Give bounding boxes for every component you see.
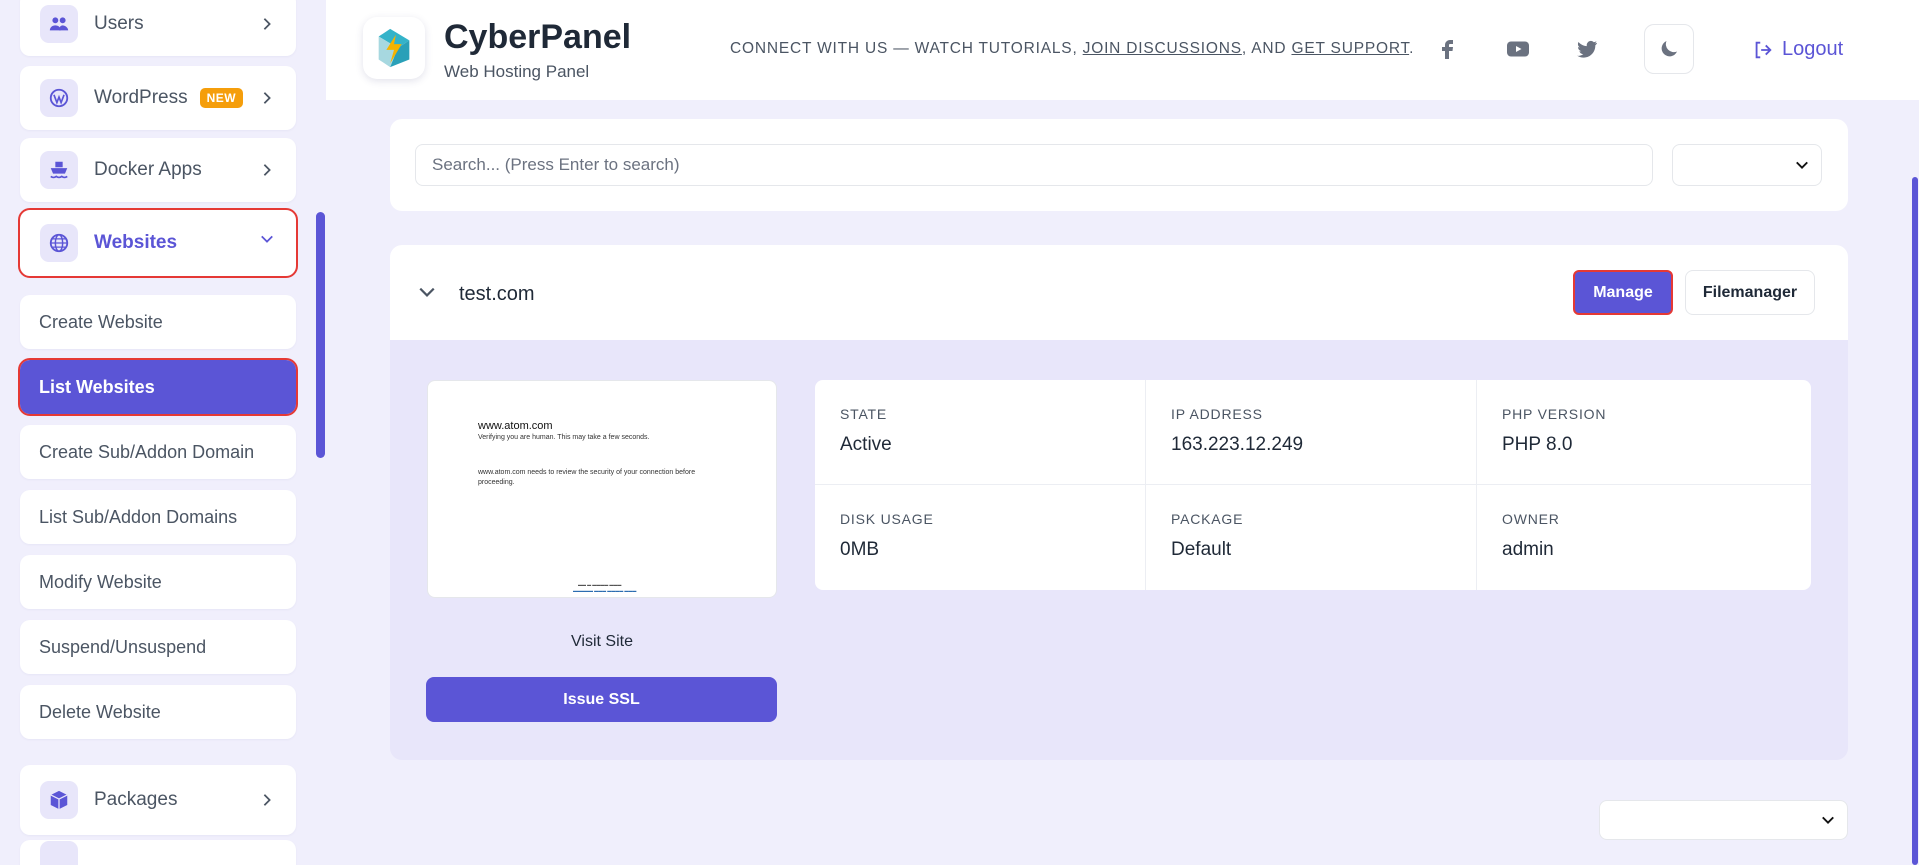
menu-icon [40, 841, 78, 865]
users-icon [40, 5, 78, 43]
sidebar-sub-label: List Sub/Addon Domains [39, 506, 238, 527]
collapse-chevron-icon[interactable] [418, 283, 438, 303]
sidebar-sub-list-websites[interactable]: List Websites [18, 358, 298, 416]
new-badge: NEW [199, 88, 244, 108]
sidebar-item-users[interactable]: Users [20, 0, 296, 56]
chevron-down-icon [1822, 816, 1834, 824]
theme-toggle-button[interactable] [1644, 24, 1694, 74]
sidebar: Users WordPress NEW Docker Apps Websites [0, 0, 310, 865]
sidebar-item-packages[interactable]: Packages [20, 765, 296, 835]
top-header: CyberPanel Web Hosting Panel CONNECT WIT… [326, 0, 1919, 100]
sidebar-sub-modify-website[interactable]: Modify Website [20, 555, 296, 609]
preview-footer-decoration: ▬▬ ▬ ▬▬▬▬ ▬▬▬ [578, 582, 622, 587]
page-size-select[interactable] [1599, 800, 1848, 840]
filemanager-button[interactable]: Filemanager [1685, 270, 1815, 315]
info-value: PHP 8.0 [1502, 434, 1573, 455]
main-scrollbar[interactable] [1912, 177, 1918, 865]
cyberpanel-logo-icon [363, 17, 425, 79]
logout-button[interactable]: Logout [1752, 38, 1843, 61]
connect-prefix: CONNECT WITH US — WATCH TUTORIALS, [730, 40, 1083, 57]
preview-footer-decoration: ▬▬▬▬▬ ▬▬▬ ▬▬▬▬ ▬▬▬ [573, 588, 637, 593]
info-php-version: PHP VERSION PHP 8.0 [1477, 380, 1811, 485]
issue-ssl-button[interactable]: Issue SSL [426, 677, 777, 722]
search-input[interactable] [415, 144, 1653, 186]
site-preview-thumbnail[interactable]: www.atom.com Verifying you are human. Th… [427, 380, 777, 598]
website-card-header: test.com Manage Filemanager [390, 245, 1848, 340]
info-disk-usage: DISK USAGE 0MB [815, 485, 1146, 590]
info-package: PACKAGE Default [1146, 485, 1477, 590]
preview-text: www.atom.com needs to review the securit… [478, 469, 696, 486]
globe-icon [40, 224, 78, 262]
sidebar-sub-delete-website[interactable]: Delete Website [20, 685, 296, 739]
get-support-link[interactable]: GET SUPPORT [1291, 40, 1409, 57]
visit-site-link[interactable]: Visit Site [427, 633, 777, 651]
facebook-icon[interactable] [1433, 34, 1463, 64]
sidebar-sub-label: Delete Website [39, 701, 161, 722]
brand-title: CyberPanel [444, 18, 632, 56]
sidebar-item-label: Websites [94, 232, 178, 253]
chevron-right-icon [258, 791, 276, 809]
sidebar-sub-create-website[interactable]: Create Website [20, 295, 296, 349]
sidebar-sub-label: Suspend/Unsuspend [39, 636, 207, 657]
chevron-right-icon [258, 15, 276, 33]
ship-icon [40, 151, 78, 189]
info-label: DISK USAGE [840, 511, 934, 527]
sidebar-sub-label: List Websites [39, 376, 155, 397]
info-label: STATE [840, 406, 888, 422]
info-state: STATE Active [815, 380, 1146, 485]
info-value: Default [1171, 539, 1232, 560]
sidebar-item-websites[interactable]: Websites [18, 208, 298, 278]
sidebar-item-label: Users [94, 13, 144, 34]
info-label: PACKAGE [1171, 511, 1244, 527]
twitter-icon[interactable] [1572, 34, 1602, 64]
info-owner: OWNER admin [1477, 485, 1811, 590]
moon-icon [1661, 41, 1677, 57]
website-card: test.com Manage Filemanager www.atom.com… [390, 245, 1848, 760]
sidebar-item-docker-apps[interactable]: Docker Apps [20, 138, 296, 202]
preview-text: Verifying you are human. This may take a… [478, 434, 650, 441]
preview-title: www.atom.com [478, 420, 553, 432]
info-value: Active [840, 434, 892, 455]
filter-select[interactable] [1672, 144, 1822, 186]
sidebar-sub-label: Create Sub/Addon Domain [39, 441, 255, 462]
sidebar-sub-label: Modify Website [39, 571, 162, 592]
info-ip-address: IP ADDRESS 163.223.12.249 [1146, 380, 1477, 485]
sidebar-sub-suspend-unsuspend[interactable]: Suspend/Unsuspend [20, 620, 296, 674]
info-label: IP ADDRESS [1171, 406, 1263, 422]
website-info-grid: STATE Active IP ADDRESS 163.223.12.249 P… [815, 380, 1811, 590]
sidebar-scrollbar[interactable] [316, 212, 325, 458]
sidebar-sub-list-subdomains[interactable]: List Sub/Addon Domains [20, 490, 296, 544]
sidebar-item-label: WordPress [94, 87, 188, 108]
search-card [390, 119, 1848, 211]
sidebar-sub-label: Create Website [39, 311, 163, 332]
join-discussions-link[interactable]: JOIN DISCUSSIONS [1083, 40, 1242, 57]
info-label: PHP VERSION [1502, 406, 1607, 422]
connect-suffix: . [1409, 40, 1415, 57]
box-icon [40, 781, 78, 819]
wordpress-icon [40, 79, 78, 117]
sidebar-item-label: Docker Apps [94, 159, 202, 180]
chevron-down-icon [258, 230, 276, 248]
manage-button[interactable]: Manage [1573, 270, 1673, 315]
youtube-icon[interactable] [1503, 34, 1533, 64]
connect-mid: , AND [1241, 40, 1292, 57]
sidebar-item-next[interactable] [20, 840, 296, 865]
chevron-right-icon [258, 89, 276, 107]
connect-banner: CONNECT WITH US — WATCH TUTORIALS, JOIN … [730, 40, 1414, 58]
website-domain: test.com [459, 283, 535, 305]
sidebar-item-wordpress[interactable]: WordPress NEW [20, 66, 296, 130]
logout-icon [1755, 41, 1772, 58]
sidebar-item-label: Packages [94, 789, 178, 810]
chevron-right-icon [258, 161, 276, 179]
info-value: 0MB [840, 539, 880, 560]
info-label: OWNER [1502, 511, 1560, 527]
logout-label: Logout [1782, 38, 1844, 60]
brand-tagline: Web Hosting Panel [444, 62, 590, 81]
chevron-down-icon [1796, 161, 1808, 169]
info-value: 163.223.12.249 [1171, 434, 1304, 455]
info-value: admin [1502, 539, 1554, 560]
sidebar-sub-create-subdomain[interactable]: Create Sub/Addon Domain [20, 425, 296, 479]
